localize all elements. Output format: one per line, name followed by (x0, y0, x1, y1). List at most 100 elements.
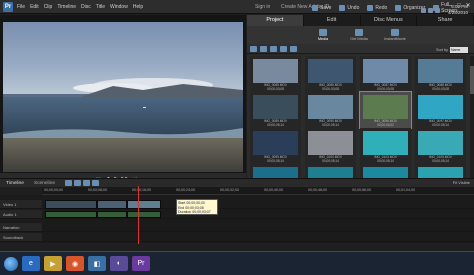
video-preview[interactable] (3, 22, 243, 172)
track-header-soundtrack[interactable]: Soundtrack (0, 233, 42, 242)
clock-date: 4/28/2010 (447, 10, 468, 15)
tab-share[interactable]: Share (417, 15, 474, 26)
markers-icon[interactable] (83, 180, 91, 186)
audio-clip[interactable] (45, 211, 97, 218)
ruler-tick-label: 00;00;08;00 (88, 188, 107, 192)
tab-disc-menus[interactable]: Disc Menus (361, 15, 418, 26)
subtab-get-media[interactable]: Get Media (345, 26, 373, 44)
grid-view-icon[interactable] (260, 45, 267, 52)
thumbnail-duration: 00;00;05;14 (267, 159, 284, 163)
taskbar-app-icon[interactable]: e (22, 256, 40, 271)
ruler-tick-label: 00;01;04;00 (396, 188, 415, 192)
start-button[interactable] (4, 256, 18, 271)
track-lane-video-1[interactable] (42, 200, 474, 209)
timeline-ruler[interactable]: 00;00;00;00 00;00;08;00 00;00;16;00 00;00;2… (42, 187, 474, 195)
render-icon[interactable] (92, 180, 100, 186)
undo-icon (339, 5, 346, 11)
track-header-video-1[interactable]: Video 1 (0, 200, 42, 209)
network-icon[interactable] (421, 8, 426, 13)
thumbnail-image (253, 131, 298, 155)
tab-timeline[interactable]: Timeline (6, 181, 24, 186)
media-thumbnail[interactable]: IMG_0097.MOV 00;00;05;14 (415, 92, 466, 128)
thumbnail-image (363, 59, 408, 83)
sort-by-control: Sort by Name (436, 47, 468, 53)
audio-clip[interactable] (97, 211, 127, 218)
menu-timeline[interactable]: Timeline (57, 4, 76, 10)
subtab-media[interactable]: Media (309, 26, 337, 44)
menu-file[interactable]: File (17, 4, 25, 10)
menu-help[interactable]: Help (133, 4, 143, 10)
media-thumbnail[interactable]: IMG_0087.MOV 00;00;03;08 (360, 56, 411, 92)
playhead-cursor[interactable] (138, 186, 139, 244)
media-thumbnail[interactable]: IMG_0103.MOV 00;00;05;14 (360, 128, 411, 164)
track-header-audio-1[interactable]: Audio 1 (0, 210, 42, 219)
audio-mixer-icon[interactable] (74, 180, 82, 186)
video-clip[interactable] (127, 200, 161, 209)
tab-project[interactable]: Project (247, 15, 304, 26)
volume-icon[interactable] (428, 8, 433, 13)
taskbar-clock[interactable]: 8:02 PM 4/28/2010 (448, 4, 468, 16)
media-thumbnail[interactable]: IMG_0085.MOV 00;00;03;08 (250, 56, 301, 92)
menu-title[interactable]: Title (96, 4, 105, 10)
media-icon (319, 29, 327, 36)
media-thumbnail[interactable]: IMG_0085.MOV 00;00;03;08 (305, 56, 356, 92)
track-header-narration[interactable]: Narration (0, 223, 42, 232)
instant-movie-icon (391, 29, 399, 36)
folder-icon[interactable] (270, 45, 277, 52)
menu-window[interactable]: Window (110, 4, 128, 10)
video-clip[interactable] (97, 200, 127, 209)
thumbnail-image (363, 95, 408, 119)
sort-by-select[interactable]: Name (450, 47, 468, 53)
new-item-icon[interactable] (280, 45, 287, 52)
media-thumbnail[interactable]: IMG_0090.MOV 00;00;05;14 (305, 92, 356, 128)
subtab-instant-movie-label: InstantMovie (384, 37, 406, 41)
taskbar-app-icon[interactable]: Pr (132, 256, 150, 271)
thumbnail-image (308, 95, 353, 119)
thumbnail-duration: 00;00;05;14 (322, 159, 339, 163)
ruler-tick-label: 00;00;32;00 (220, 188, 239, 192)
title-bar: Pr File Edit Clip Timeline Disc Title Wi… (0, 0, 474, 14)
media-scroll-thumb[interactable] (470, 66, 474, 94)
thumbnail-duration: 00;00;03;08 (432, 87, 449, 91)
subtab-instant-movie[interactable]: InstantMovie (381, 26, 409, 44)
track-lane-narration[interactable] (42, 223, 474, 232)
tab-sceneline[interactable]: Sceneline (34, 181, 55, 186)
undo-button[interactable]: Undo (339, 2, 359, 14)
audio-clip[interactable] (127, 211, 161, 218)
organizer-icon (395, 5, 402, 11)
media-thumbnail[interactable]: IMG_0096.MOV 00;00;04;02 (359, 91, 412, 129)
media-thumbnail[interactable]: IMG_0088.MOV 00;00;03;08 (415, 56, 466, 92)
thumbnail-image (418, 95, 463, 119)
media-thumbnail[interactable]: IMG_0105.MOV 00;00;05;14 (415, 128, 466, 164)
flag-icon[interactable] (435, 8, 440, 13)
thumbnail-image (253, 59, 298, 83)
narration-icon[interactable] (65, 180, 73, 186)
delete-icon[interactable] (290, 45, 297, 52)
taskbar-app-icon[interactable]: ▶ (44, 256, 62, 271)
media-thumbnail[interactable]: IMG_0099.MOV 00;00;05;14 (250, 128, 301, 164)
thumbnail-duration: 00;00;05;14 (432, 123, 449, 127)
media-grid: IMG_0085.MOV 00;00;03;08 IMG_0085.MOV 00;00… (249, 56, 471, 185)
save-button[interactable]: Save (312, 2, 331, 14)
video-clip[interactable] (45, 200, 97, 209)
media-scrollbar[interactable] (470, 56, 474, 185)
thumbnail-image (253, 95, 298, 119)
track-lane-audio-1[interactable] (42, 210, 474, 219)
sign-in-link[interactable]: Sign in (255, 4, 270, 10)
redo-button[interactable]: Redo (367, 2, 387, 14)
track-lane-soundtrack[interactable] (42, 233, 474, 242)
taskbar-app-icon[interactable]: ◉ (66, 256, 84, 271)
thumbnail-duration: 00;00;05;14 (432, 159, 449, 163)
media-thumbnail[interactable]: IMG_0089.MOV 00;00;05;14 (250, 92, 301, 128)
media-thumbnail[interactable]: IMG_0100.MOV 00;00;05;14 (305, 128, 356, 164)
tooltip-duration: Duration 00;00;03;07 (178, 210, 211, 215)
taskbar-app-icon[interactable]: ◐ (110, 256, 128, 271)
menu-disc[interactable]: Disc (81, 4, 91, 10)
menu-clip[interactable]: Clip (44, 4, 53, 10)
list-view-icon[interactable] (250, 45, 257, 52)
tab-edit[interactable]: Edit (304, 15, 361, 26)
thumbnail-duration: 00;00;04;02 (377, 123, 394, 127)
fit-visible-button[interactable]: Fit Visible (453, 180, 470, 185)
taskbar-app-icon[interactable]: ◧ (88, 256, 106, 271)
menu-edit[interactable]: Edit (30, 4, 39, 10)
